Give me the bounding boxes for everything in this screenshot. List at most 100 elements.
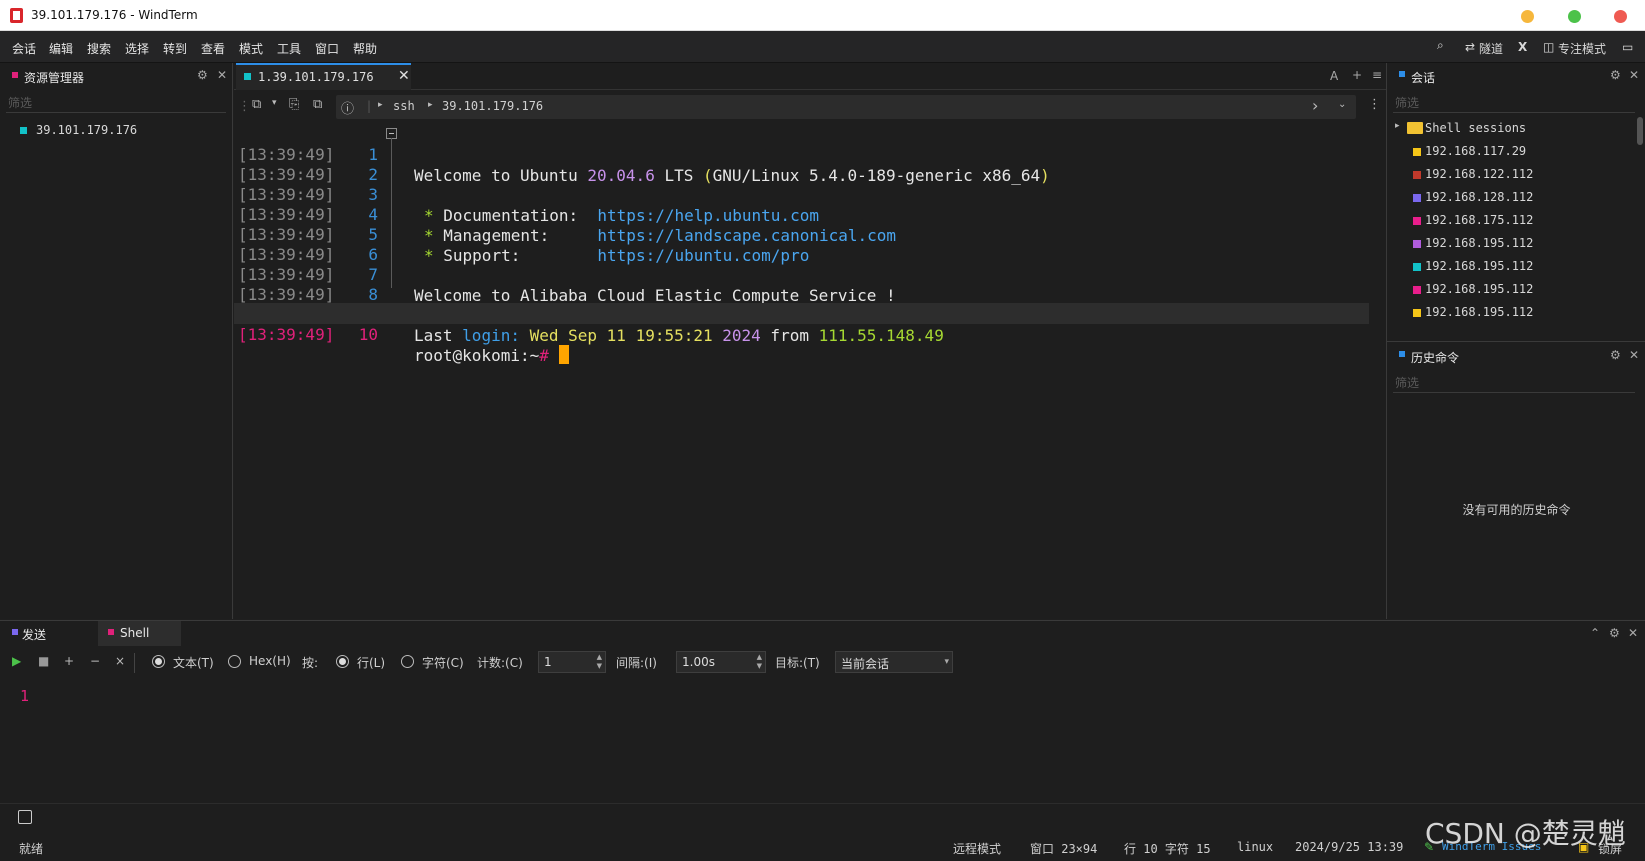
breadcrumb-arrow-icon: ▸ <box>378 100 383 110</box>
stop-icon[interactable]: ■ <box>38 654 49 668</box>
search-icon[interactable]: ⌕ <box>1437 38 1444 53</box>
by-char-radio[interactable] <box>401 655 414 668</box>
menu-search[interactable]: 搜索 <box>87 40 111 57</box>
history-filter-input[interactable]: 筛选 <box>1393 371 1635 393</box>
terminal-current-line[interactable]: [13:39:49] 10 root@kokomi:~# <box>234 303 1369 365</box>
duplicate-icon[interactable]: ⎘ <box>289 97 299 112</box>
status-remote-mode[interactable]: 远程模式 <box>953 840 1001 857</box>
interval-label: 间隔:(I) <box>616 656 657 670</box>
new-tab-button[interactable]: + <box>1352 68 1362 82</box>
target-select[interactable]: 当前会话 ▾ <box>835 651 953 673</box>
tab-bar: 1.39.101.179.176 ✕ A + ≡ <box>234 63 1386 90</box>
terminal-cursor <box>558 345 569 364</box>
maximize-button[interactable] <box>1568 10 1581 23</box>
session-address-field[interactable]: ⓘ | ▸ ssh ▸ 39.101.179.176 › ⌄ <box>336 95 1356 119</box>
close-icon[interactable]: ✕ <box>1629 348 1639 362</box>
info-icon[interactable]: ⓘ <box>341 98 354 117</box>
by-char-label[interactable]: 字符(C) <box>422 654 464 671</box>
protocol-label: ssh <box>393 99 415 113</box>
session-label: 192.168.195.112 <box>1425 236 1534 250</box>
menu-session[interactable]: 会话 <box>12 40 36 57</box>
session-item[interactable]: 192.168.122.112 <box>1387 163 1642 186</box>
settings-gear-icon[interactable]: ⚙ <box>1610 68 1621 82</box>
more-options-icon[interactable]: ⋮ <box>1368 97 1381 112</box>
session-item[interactable]: 192.168.117.29 <box>1387 140 1642 163</box>
minimize-button[interactable] <box>1521 10 1534 23</box>
menu-select[interactable]: 选择 <box>125 40 149 57</box>
chevron-down-icon[interactable]: ▾ <box>944 658 949 667</box>
play-icon[interactable]: ▶ <box>12 654 21 668</box>
by-line-radio[interactable] <box>336 655 349 668</box>
settings-gear-icon[interactable]: ⚙ <box>1609 626 1620 640</box>
clear-icon[interactable]: × <box>115 654 125 668</box>
terminal-line: [13:39:49] 3 * Documentation: https://hel… <box>234 163 1369 225</box>
menu-goto[interactable]: 转到 <box>163 40 187 57</box>
mode-hex-radio[interactable] <box>228 655 241 668</box>
chevron-right-icon[interactable]: ▸ <box>1395 121 1400 131</box>
session-item[interactable]: 192.168.195.112 <box>1387 232 1642 255</box>
mode-hex-label[interactable]: Hex(H) <box>249 654 291 668</box>
remove-icon[interactable]: − <box>90 654 100 668</box>
session-item[interactable]: 192.168.175.112 <box>1387 209 1642 232</box>
by-line-label[interactable]: 行(L) <box>357 654 385 671</box>
session-item[interactable]: 192.168.128.112 <box>1387 186 1642 209</box>
tunnel-button[interactable]: 隧道 <box>1479 40 1503 57</box>
layout-icon[interactable]: ▭ <box>1622 40 1633 54</box>
stepper-arrows-icon[interactable]: ▲ ▼ <box>757 653 762 671</box>
tab-send[interactable]: 发送 <box>0 621 98 646</box>
chevron-down-icon[interactable]: ⌄ <box>1338 99 1346 110</box>
settings-gear-icon[interactable]: ⚙ <box>1610 348 1621 362</box>
explorer-host-item[interactable]: 39.101.179.176 <box>0 121 230 141</box>
close-icon[interactable]: ✕ <box>1629 68 1639 82</box>
tab-close-icon[interactable]: ✕ <box>398 68 410 84</box>
mode-text-radio[interactable] <box>152 655 165 668</box>
close-icon[interactable]: ✕ <box>1628 626 1638 640</box>
count-stepper[interactable]: 1 ▲ ▼ <box>538 651 606 673</box>
session-item[interactable]: 192.168.195.112 <box>1387 278 1642 301</box>
add-icon[interactable]: + <box>64 654 74 668</box>
terminal-line: [13:39:49] 2 <box>234 143 1369 184</box>
chevron-right-icon[interactable]: › <box>1312 96 1318 115</box>
session-color-icon <box>1413 217 1421 225</box>
session-color-icon <box>1413 194 1421 202</box>
chevron-up-icon[interactable]: ⌃ <box>1590 626 1600 640</box>
shell-marker-icon <box>108 629 114 635</box>
close-window-button[interactable] <box>1614 10 1627 23</box>
menu-tools[interactable]: 工具 <box>277 40 301 57</box>
explorer-panel: 资源管理器 ⚙ ✕ 筛选 39.101.179.176 <box>0 63 233 619</box>
font-size-button[interactable]: A <box>1330 69 1338 83</box>
settings-gear-icon[interactable]: ⚙ <box>197 68 208 82</box>
interval-stepper[interactable]: 1.00s ▲ ▼ <box>676 651 766 673</box>
explorer-filter-input[interactable]: 筛选 <box>6 91 226 113</box>
chevron-down-icon[interactable]: ▾ <box>272 98 277 108</box>
drag-handle-icon[interactable]: ⋮ <box>238 99 251 114</box>
menu-window[interactable]: 窗口 <box>315 40 339 57</box>
session-color-icon <box>1413 171 1421 179</box>
terminal-output[interactable]: [13:39:49] 1 Welcome to Ubuntu 20.04.6 LT… <box>234 123 1386 613</box>
session-item[interactable]: 192.168.195.112 <box>1387 255 1642 278</box>
close-icon[interactable]: ✕ <box>217 68 227 82</box>
stepper-arrows-icon[interactable]: ▲ ▼ <box>597 653 602 671</box>
tab-session[interactable]: 1.39.101.179.176 ✕ <box>236 63 411 90</box>
terminal-line: [13:39:49] 8 <box>234 263 1369 304</box>
focus-mode-button[interactable]: 专注模式 <box>1558 40 1606 57</box>
host-label: 39.101.179.176 <box>442 99 544 113</box>
send-panel: 发送 Shell ⌃ ⚙ ✕ ▶ ■ + − × 文本(T) Hex(H) 按:… <box>0 620 1645 803</box>
menu-mode[interactable]: 模式 <box>239 40 263 57</box>
copy-session-icon[interactable]: ⧉ <box>313 97 322 112</box>
session-item[interactable]: 192.168.195.112 <box>1387 301 1642 324</box>
tab-menu-button[interactable]: ≡ <box>1372 68 1382 82</box>
document-icon[interactable] <box>18 810 32 824</box>
tab-shell[interactable]: Shell <box>98 621 181 646</box>
mode-text-label[interactable]: 文本(T) <box>173 654 214 671</box>
menu-help[interactable]: 帮助 <box>353 40 377 57</box>
session-folder[interactable]: ▸ Shell sessions <box>1387 117 1642 140</box>
window-title: 39.101.179.176 - WindTerm <box>31 8 198 22</box>
sessions-filter-input[interactable]: 筛选 <box>1393 91 1635 113</box>
x-button[interactable]: X <box>1518 40 1527 54</box>
menu-edit[interactable]: 编辑 <box>49 40 73 57</box>
history-title: 历史命令 <box>1411 351 1460 365</box>
new-session-icon[interactable]: ⧉ <box>252 97 261 112</box>
send-editor[interactable]: 1 <box>20 687 29 705</box>
menu-view[interactable]: 查看 <box>201 40 225 57</box>
